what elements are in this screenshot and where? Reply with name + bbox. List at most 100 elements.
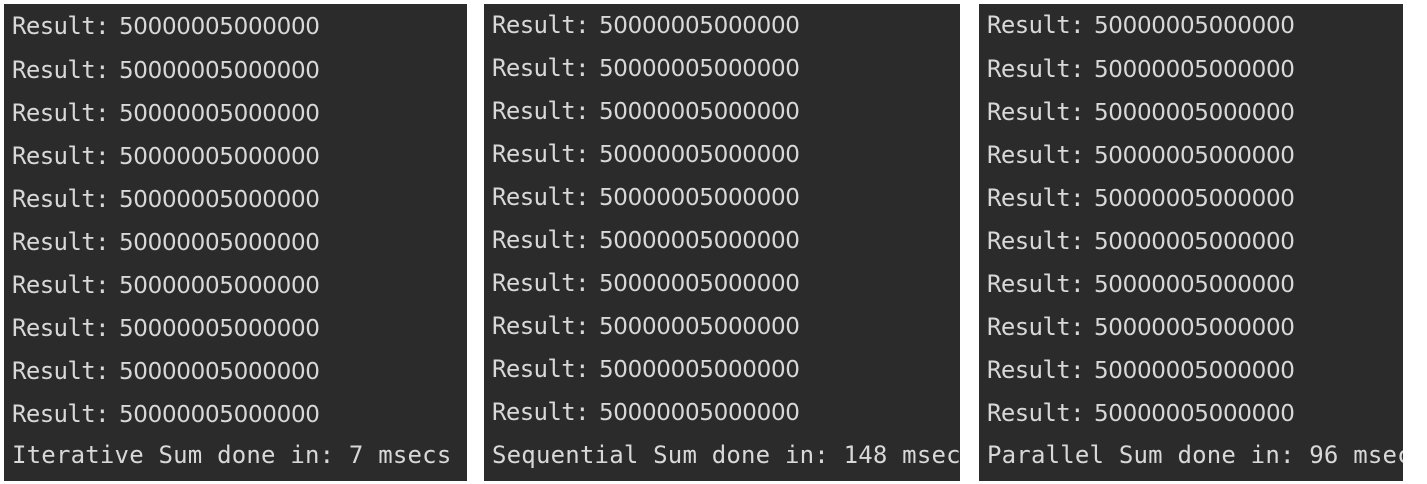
result-line: Result: 50000005000000 (492, 225, 800, 255)
result-line: Result: 50000005000000 (492, 53, 800, 83)
result-line: Result: 50000005000000 (492, 311, 800, 341)
result-value: 50000005000000 (598, 56, 800, 82)
result-label: Result: (492, 398, 590, 426)
result-value: 50000005000000 (118, 187, 320, 213)
result-value: 50000005000000 (598, 314, 800, 340)
result-line: Result: 50000005000000 (987, 183, 1295, 213)
result-label: Result: (492, 11, 590, 39)
result-line: Result: 50000005000000 (12, 270, 320, 300)
result-value: 50000005000000 (1093, 272, 1295, 298)
result-label: Result: (12, 314, 110, 342)
result-line: Result: 50000005000000 (12, 356, 320, 386)
result-line: Result: 50000005000000 (492, 182, 800, 212)
result-value: 50000005000000 (118, 101, 320, 127)
result-value: 50000005000000 (598, 228, 800, 254)
result-value: 50000005000000 (1093, 13, 1295, 39)
result-line: Result: 50000005000000 (987, 226, 1295, 256)
result-line: Result: 50000005000000 (12, 313, 320, 343)
result-line: Result: 50000005000000 (987, 312, 1295, 342)
result-line: Result: 50000005000000 (987, 97, 1295, 127)
result-value: 50000005000000 (598, 400, 800, 426)
result-line: Result: 50000005000000 (987, 54, 1295, 84)
result-label: Result: (492, 183, 590, 211)
console-output: Result: 50000005000000 Result: 50000005000… (492, 4, 960, 481)
result-line: Result: 50000005000000 (12, 55, 320, 85)
result-line: Result: 50000005000000 (12, 399, 320, 429)
result-label: Result: (987, 55, 1085, 83)
result-label: Result: (12, 228, 110, 256)
result-value: 50000005000000 (1093, 315, 1295, 341)
result-line: Result: 50000005000000 (12, 227, 320, 257)
result-label: Result: (12, 142, 110, 170)
result-line: Result: 50000005000000 (12, 184, 320, 214)
result-label: Result: (492, 355, 590, 383)
result-label: Result: (492, 312, 590, 340)
result-value: 50000005000000 (598, 357, 800, 383)
result-label: Result: (987, 98, 1085, 126)
result-value: 50000005000000 (598, 99, 800, 125)
console-panel-sequential: Result: 50000005000000 Result: 50000005000… (484, 4, 960, 481)
result-value: 50000005000000 (118, 359, 320, 385)
result-line: Result: 50000005000000 (987, 140, 1295, 170)
result-value: 50000005000000 (118, 14, 320, 40)
result-value: 50000005000000 (1093, 401, 1295, 427)
result-label: Result: (12, 12, 110, 40)
result-label: Result: (12, 400, 110, 428)
result-line: Result: 50000005000000 (492, 268, 800, 298)
result-line: Result: 50000005000000 (492, 10, 800, 40)
result-label: Result: (987, 399, 1085, 427)
result-value: 50000005000000 (118, 58, 320, 84)
result-label: Result: (987, 11, 1085, 39)
result-value: 50000005000000 (1093, 57, 1295, 83)
result-label: Result: (492, 97, 590, 125)
result-value: 50000005000000 (1093, 358, 1295, 384)
result-value: 50000005000000 (118, 402, 320, 428)
result-value: 50000005000000 (118, 144, 320, 170)
result-line: Result: 50000005000000 (12, 141, 320, 171)
result-value: 50000005000000 (118, 230, 320, 256)
result-label: Result: (987, 184, 1085, 212)
result-line: Result: 50000005000000 (987, 269, 1295, 299)
result-value: 50000005000000 (1093, 186, 1295, 212)
result-line: Result: 50000005000000 (492, 397, 800, 427)
timing-summary: Parallel Sum done in: 96 msecs (987, 441, 1403, 469)
result-label: Result: (987, 141, 1085, 169)
timing-summary: Sequential Sum done in: 148 msecs (492, 441, 960, 469)
result-value: 50000005000000 (598, 13, 800, 39)
result-label: Result: (987, 356, 1085, 384)
result-label: Result: (987, 270, 1085, 298)
result-label: Result: (987, 227, 1085, 255)
result-label: Result: (12, 56, 110, 84)
result-value: 50000005000000 (1093, 100, 1295, 126)
result-value: 50000005000000 (118, 273, 320, 299)
result-value: 50000005000000 (1093, 229, 1295, 255)
console-output: Result: 50000005000000 Result: 50000005000… (987, 4, 1403, 481)
result-line: Result: 50000005000000 (492, 96, 800, 126)
console-panel-iterative: Result: 50000005000000 Result: 50000005000… (4, 4, 467, 481)
result-label: Result: (492, 54, 590, 82)
result-line: Result: 50000005000000 (12, 98, 320, 128)
result-label: Result: (492, 269, 590, 297)
console-panel-parallel: Result: 50000005000000 Result: 50000005000… (979, 4, 1403, 481)
result-value: 50000005000000 (598, 271, 800, 297)
result-label: Result: (987, 313, 1085, 341)
timing-summary: Iterative Sum done in: 7 msecs (12, 441, 452, 469)
result-value: 50000005000000 (598, 185, 800, 211)
result-label: Result: (12, 99, 110, 127)
result-label: Result: (12, 357, 110, 385)
result-line: Result: 50000005000000 (987, 398, 1295, 428)
result-line: Result: 50000005000000 (987, 10, 1295, 40)
result-value: 50000005000000 (1093, 143, 1295, 169)
result-line: Result: 50000005000000 (492, 139, 800, 169)
result-value: 50000005000000 (598, 142, 800, 168)
console-output: Result: 50000005000000 Result: 50000005000… (12, 4, 467, 481)
result-line: Result: 50000005000000 (987, 355, 1295, 385)
result-label: Result: (492, 226, 590, 254)
result-value: 50000005000000 (118, 316, 320, 342)
result-line: Result: 50000005000000 (12, 11, 320, 41)
result-label: Result: (12, 185, 110, 213)
result-label: Result: (12, 271, 110, 299)
result-line: Result: 50000005000000 (492, 354, 800, 384)
result-label: Result: (492, 140, 590, 168)
screenshot-stage: Result: 50000005000000 Result: 50000005000… (0, 0, 1427, 484)
